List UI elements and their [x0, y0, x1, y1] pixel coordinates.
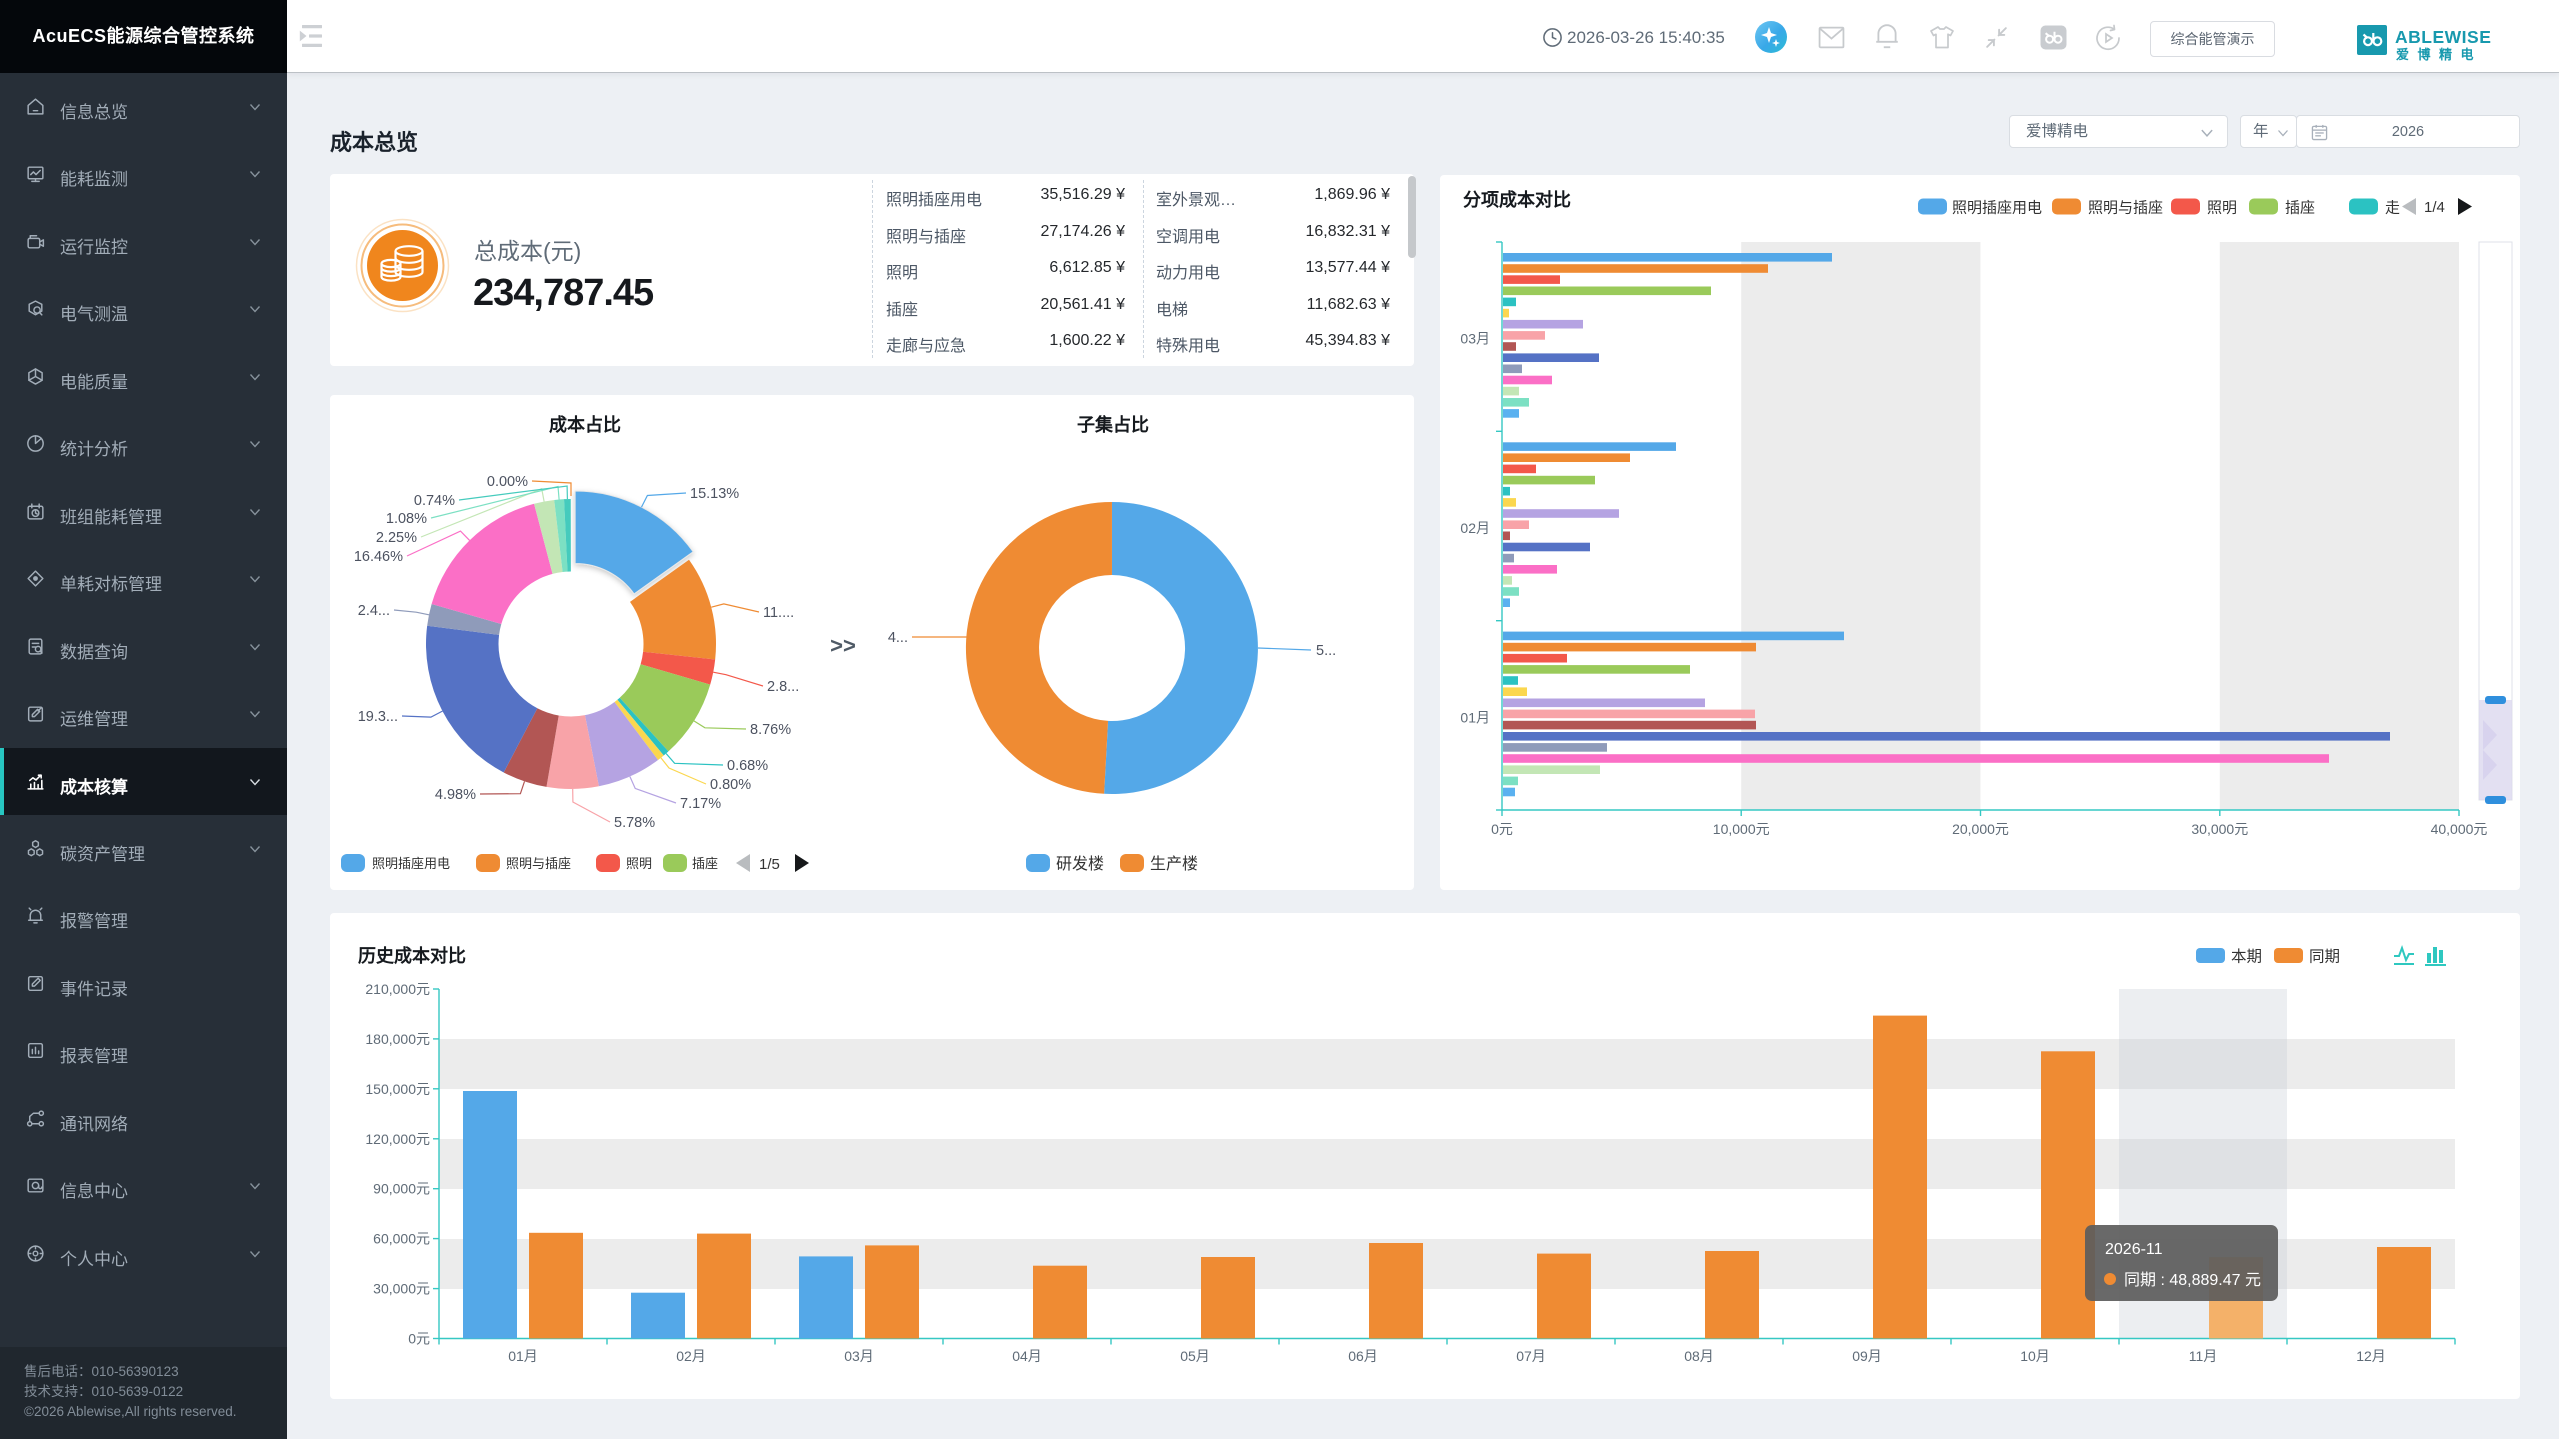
svg-text:照明: 照明: [2207, 200, 2237, 217]
svg-text:走: 走: [2385, 200, 2400, 217]
svg-text:0元: 0元: [408, 1331, 430, 1347]
svg-text:照明: 照明: [626, 856, 652, 871]
svg-text:本期: 本期: [2231, 948, 2262, 966]
svg-text:0.74%: 0.74%: [414, 493, 455, 509]
svg-text:0.00%: 0.00%: [487, 474, 528, 490]
svg-text:照明插座用电: 照明插座用电: [372, 856, 450, 871]
svg-text:12月: 12月: [2356, 1348, 2386, 1364]
svg-text:07月: 07月: [1516, 1348, 1546, 1364]
svg-text:成本占比: 成本占比: [549, 414, 621, 435]
svg-text:4...: 4...: [888, 630, 908, 646]
svg-text:210,000元: 210,000元: [365, 981, 430, 997]
svg-text:1/4: 1/4: [2424, 199, 2445, 216]
svg-text:2.8...: 2.8...: [767, 679, 799, 695]
svg-text:0.68%: 0.68%: [727, 758, 768, 774]
svg-text:150,000元: 150,000元: [365, 1081, 430, 1097]
svg-text:7.17%: 7.17%: [680, 796, 721, 812]
svg-text:05月: 05月: [1180, 1348, 1210, 1364]
svg-text:19.3...: 19.3...: [358, 709, 398, 725]
svg-text:180,000元: 180,000元: [365, 1031, 430, 1047]
svg-text:2.4...: 2.4...: [358, 603, 390, 619]
svg-text:8.76%: 8.76%: [750, 722, 791, 738]
svg-text:>>: >>: [830, 633, 856, 658]
svg-text:照明插座用电: 照明插座用电: [1952, 200, 2042, 217]
svg-text:0元: 0元: [1491, 821, 1513, 837]
svg-text:0.80%: 0.80%: [710, 777, 751, 793]
svg-text:40,000元: 40,000元: [2431, 821, 2488, 837]
svg-text:11....: 11....: [763, 605, 794, 621]
svg-text:1.08%: 1.08%: [386, 511, 427, 527]
svg-text:01月: 01月: [508, 1348, 538, 1364]
svg-text:同期: 同期: [2309, 948, 2340, 966]
svg-text:60,000元: 60,000元: [373, 1231, 430, 1247]
svg-text:10月: 10月: [2020, 1348, 2050, 1364]
svg-text:16.46%: 16.46%: [354, 549, 403, 565]
svg-text:20,000元: 20,000元: [1952, 821, 2009, 837]
svg-text:5...: 5...: [1316, 643, 1336, 659]
svg-text:研发楼: 研发楼: [1056, 855, 1104, 873]
svg-text:90,000元: 90,000元: [373, 1181, 430, 1197]
svg-text:120,000元: 120,000元: [365, 1131, 430, 1147]
svg-text:插座: 插座: [2285, 200, 2315, 217]
svg-text:03月: 03月: [844, 1348, 874, 1364]
svg-text:插座: 插座: [692, 856, 718, 871]
svg-text:30,000元: 30,000元: [2191, 821, 2248, 837]
svg-text:同期 : 48,889.47 元: 同期 : 48,889.47 元: [2124, 1271, 2261, 1289]
svg-text:11月: 11月: [2189, 1348, 2218, 1364]
svg-text:02月: 02月: [676, 1348, 706, 1364]
svg-text:09月: 09月: [1852, 1348, 1882, 1364]
svg-text:4.98%: 4.98%: [435, 787, 476, 803]
svg-text:10,000元: 10,000元: [1713, 821, 1770, 837]
svg-text:06月: 06月: [1348, 1348, 1378, 1364]
svg-text:30,000元: 30,000元: [373, 1281, 430, 1297]
svg-text:1/5: 1/5: [759, 856, 780, 873]
svg-text:分项成本对比: 分项成本对比: [1463, 189, 1571, 210]
svg-text:04月: 04月: [1012, 1348, 1042, 1364]
svg-text:5.78%: 5.78%: [614, 815, 655, 831]
svg-text:2.25%: 2.25%: [376, 530, 417, 546]
svg-text:生产楼: 生产楼: [1150, 855, 1198, 873]
svg-text:02月: 02月: [1460, 520, 1490, 536]
svg-text:子集占比: 子集占比: [1077, 414, 1149, 435]
svg-text:2026-11: 2026-11: [2105, 1241, 2163, 1258]
svg-text:01月: 01月: [1460, 709, 1490, 725]
svg-text:03月: 03月: [1460, 331, 1490, 347]
svg-text:历史成本对比: 历史成本对比: [358, 945, 466, 966]
svg-text:照明与插座: 照明与插座: [2088, 200, 2163, 217]
svg-text:照明与插座: 照明与插座: [506, 856, 571, 871]
svg-text:15.13%: 15.13%: [690, 486, 739, 502]
svg-text:08月: 08月: [1684, 1348, 1714, 1364]
